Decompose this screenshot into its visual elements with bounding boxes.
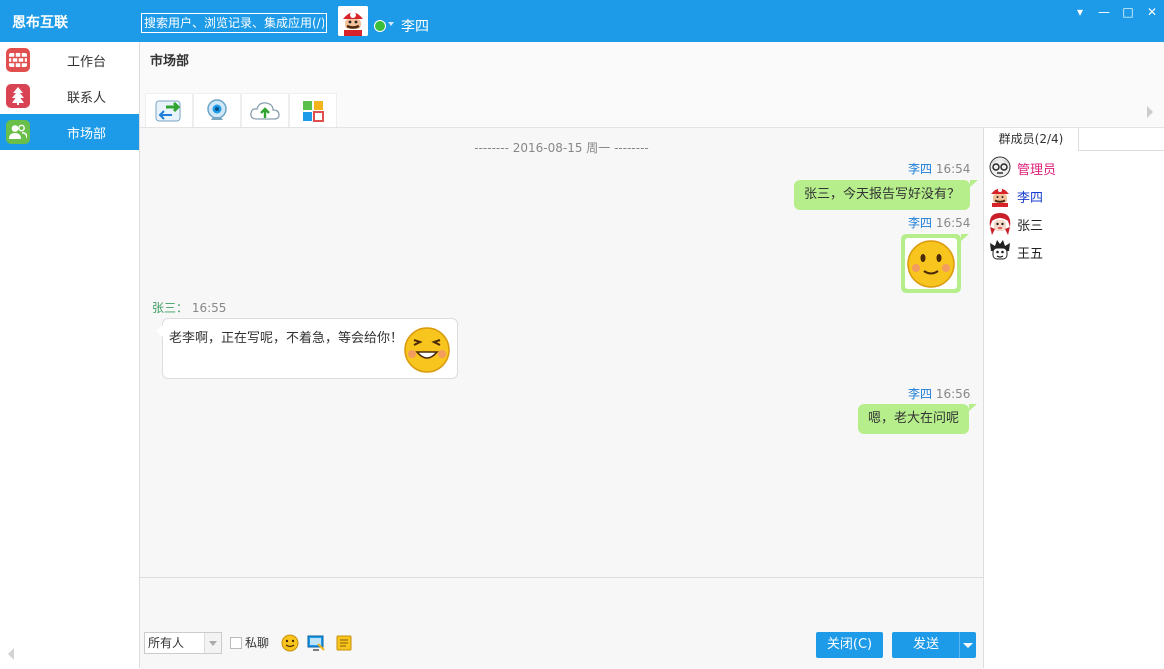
sidebar-item-market-dept[interactable]: 市场部 (0, 114, 139, 150)
grin-emoji (404, 327, 450, 373)
collapse-left-icon[interactable] (8, 648, 14, 660)
maximize-icon[interactable]: □ (1120, 4, 1136, 20)
message-meta: 李四 16:56 (908, 385, 970, 402)
smile-emoji (907, 240, 955, 288)
member-name: 张三 (1017, 219, 1044, 234)
status-dropdown-icon[interactable] (388, 22, 394, 26)
close-button[interactable]: 关闭(C) (816, 632, 883, 658)
message-bubble[interactable] (901, 234, 969, 293)
message-time: 16:54 (935, 216, 971, 230)
tab-members[interactable]: 群成员(2/4) (984, 128, 1079, 151)
message-text: 张三，今天报告写好没有？ (804, 187, 961, 202)
member-avatar (991, 188, 1009, 207)
minimize-icon[interactable]: — (1096, 4, 1112, 20)
sidebar-item-contacts[interactable]: 联系人 (0, 78, 139, 114)
member-avatar (990, 240, 1010, 260)
member-item[interactable]: 李四 (988, 183, 1158, 207)
sidebar-item-label: 工作台 (67, 54, 107, 70)
upload-button[interactable] (241, 93, 289, 127)
send-options-dropdown-icon[interactable] (959, 632, 976, 658)
message-bubble[interactable]: 老李啊，正在写呢，不着急，等会给你！ (156, 318, 458, 379)
online-status-icon[interactable] (374, 20, 386, 32)
emoji-icon[interactable] (281, 634, 299, 652)
recipient-select[interactable]: 所有人 (144, 632, 222, 654)
message-time: 16:55 (191, 301, 227, 315)
member-name: 管理员 (1017, 163, 1057, 178)
member-name: 李四 (1017, 191, 1044, 206)
message-text: 嗯，老大在问呢 (868, 411, 960, 426)
contacts-icon (6, 84, 30, 108)
workbench-icon (6, 48, 30, 72)
member-avatar (989, 213, 1011, 235)
menu-dropdown-icon[interactable]: ▾ (1072, 4, 1088, 20)
message-meta: 李四 16:54 (908, 160, 970, 177)
user-avatar[interactable] (338, 6, 368, 36)
title-bar: 恩布互联 李四 ▾ — □ ✕ (0, 0, 1164, 42)
member-item[interactable]: 张三 (988, 211, 1158, 235)
file-transfer-icon (155, 100, 181, 121)
message-sender: 张三： (152, 301, 189, 315)
video-call-button[interactable] (193, 93, 241, 127)
app-title: 恩布互联 (12, 15, 68, 31)
message-sender: 李四 (908, 387, 933, 401)
sidebar: 工作台 联系人 市场部 (0, 42, 140, 668)
chat-header: 市场部 (140, 42, 1164, 128)
current-user-name[interactable]: 李四 (401, 16, 429, 36)
message-time: 16:54 (935, 162, 971, 176)
member-avatar (989, 156, 1011, 178)
compose-area[interactable]: 所有人 私聊 关闭(C) 发送 (140, 577, 983, 669)
sidebar-item-label: 联系人 (67, 90, 107, 106)
message-bubble[interactable]: 张三，今天报告写好没有？ (794, 180, 979, 210)
member-panel: 群成员(2/4) 管理员 李四 张三 王五 (983, 128, 1164, 668)
group-icon (6, 120, 30, 144)
apps-icon (303, 100, 324, 122)
video-call-icon (207, 98, 227, 120)
message-sender: 李四 (908, 162, 933, 176)
toolbar-scroll-right-icon[interactable] (1147, 106, 1153, 118)
private-chat-label[interactable]: 私聊 (245, 634, 269, 651)
message-meta: 李四 16:54 (908, 214, 970, 231)
sidebar-item-label: 市场部 (67, 126, 107, 142)
note-icon[interactable] (335, 634, 353, 652)
message-time: 16:56 (935, 387, 971, 401)
chat-title: 市场部 (150, 54, 190, 69)
date-separator: -------- 2016-08-15 周一 -------- (474, 141, 649, 155)
search-input[interactable] (141, 13, 327, 33)
member-name: 王五 (1017, 247, 1044, 262)
message-meta: 张三： 16:55 (152, 299, 226, 316)
private-chat-checkbox[interactable] (230, 637, 242, 649)
message-list[interactable]: -------- 2016-08-15 周一 -------- 李四 16:54… (140, 128, 983, 577)
message-sender: 李四 (908, 216, 933, 230)
member-item[interactable]: 管理员 (988, 155, 1158, 179)
message-text: 老李啊，正在写呢，不着急，等会给你！ (169, 331, 404, 346)
message-bubble[interactable]: 嗯，老大在问呢 (858, 404, 978, 434)
screenshot-icon[interactable] (307, 634, 325, 652)
recipient-value: 所有人 (148, 636, 185, 650)
apps-button[interactable] (289, 93, 337, 127)
chevron-down-icon[interactable] (204, 633, 221, 653)
file-transfer-button[interactable] (145, 93, 193, 127)
member-item[interactable]: 王五 (988, 239, 1158, 263)
upload-icon (250, 101, 280, 120)
close-icon[interactable]: ✕ (1144, 4, 1160, 20)
send-button[interactable]: 发送 (892, 632, 976, 658)
send-button-label: 发送 (912, 637, 939, 652)
sidebar-item-workbench[interactable]: 工作台 (0, 42, 139, 78)
